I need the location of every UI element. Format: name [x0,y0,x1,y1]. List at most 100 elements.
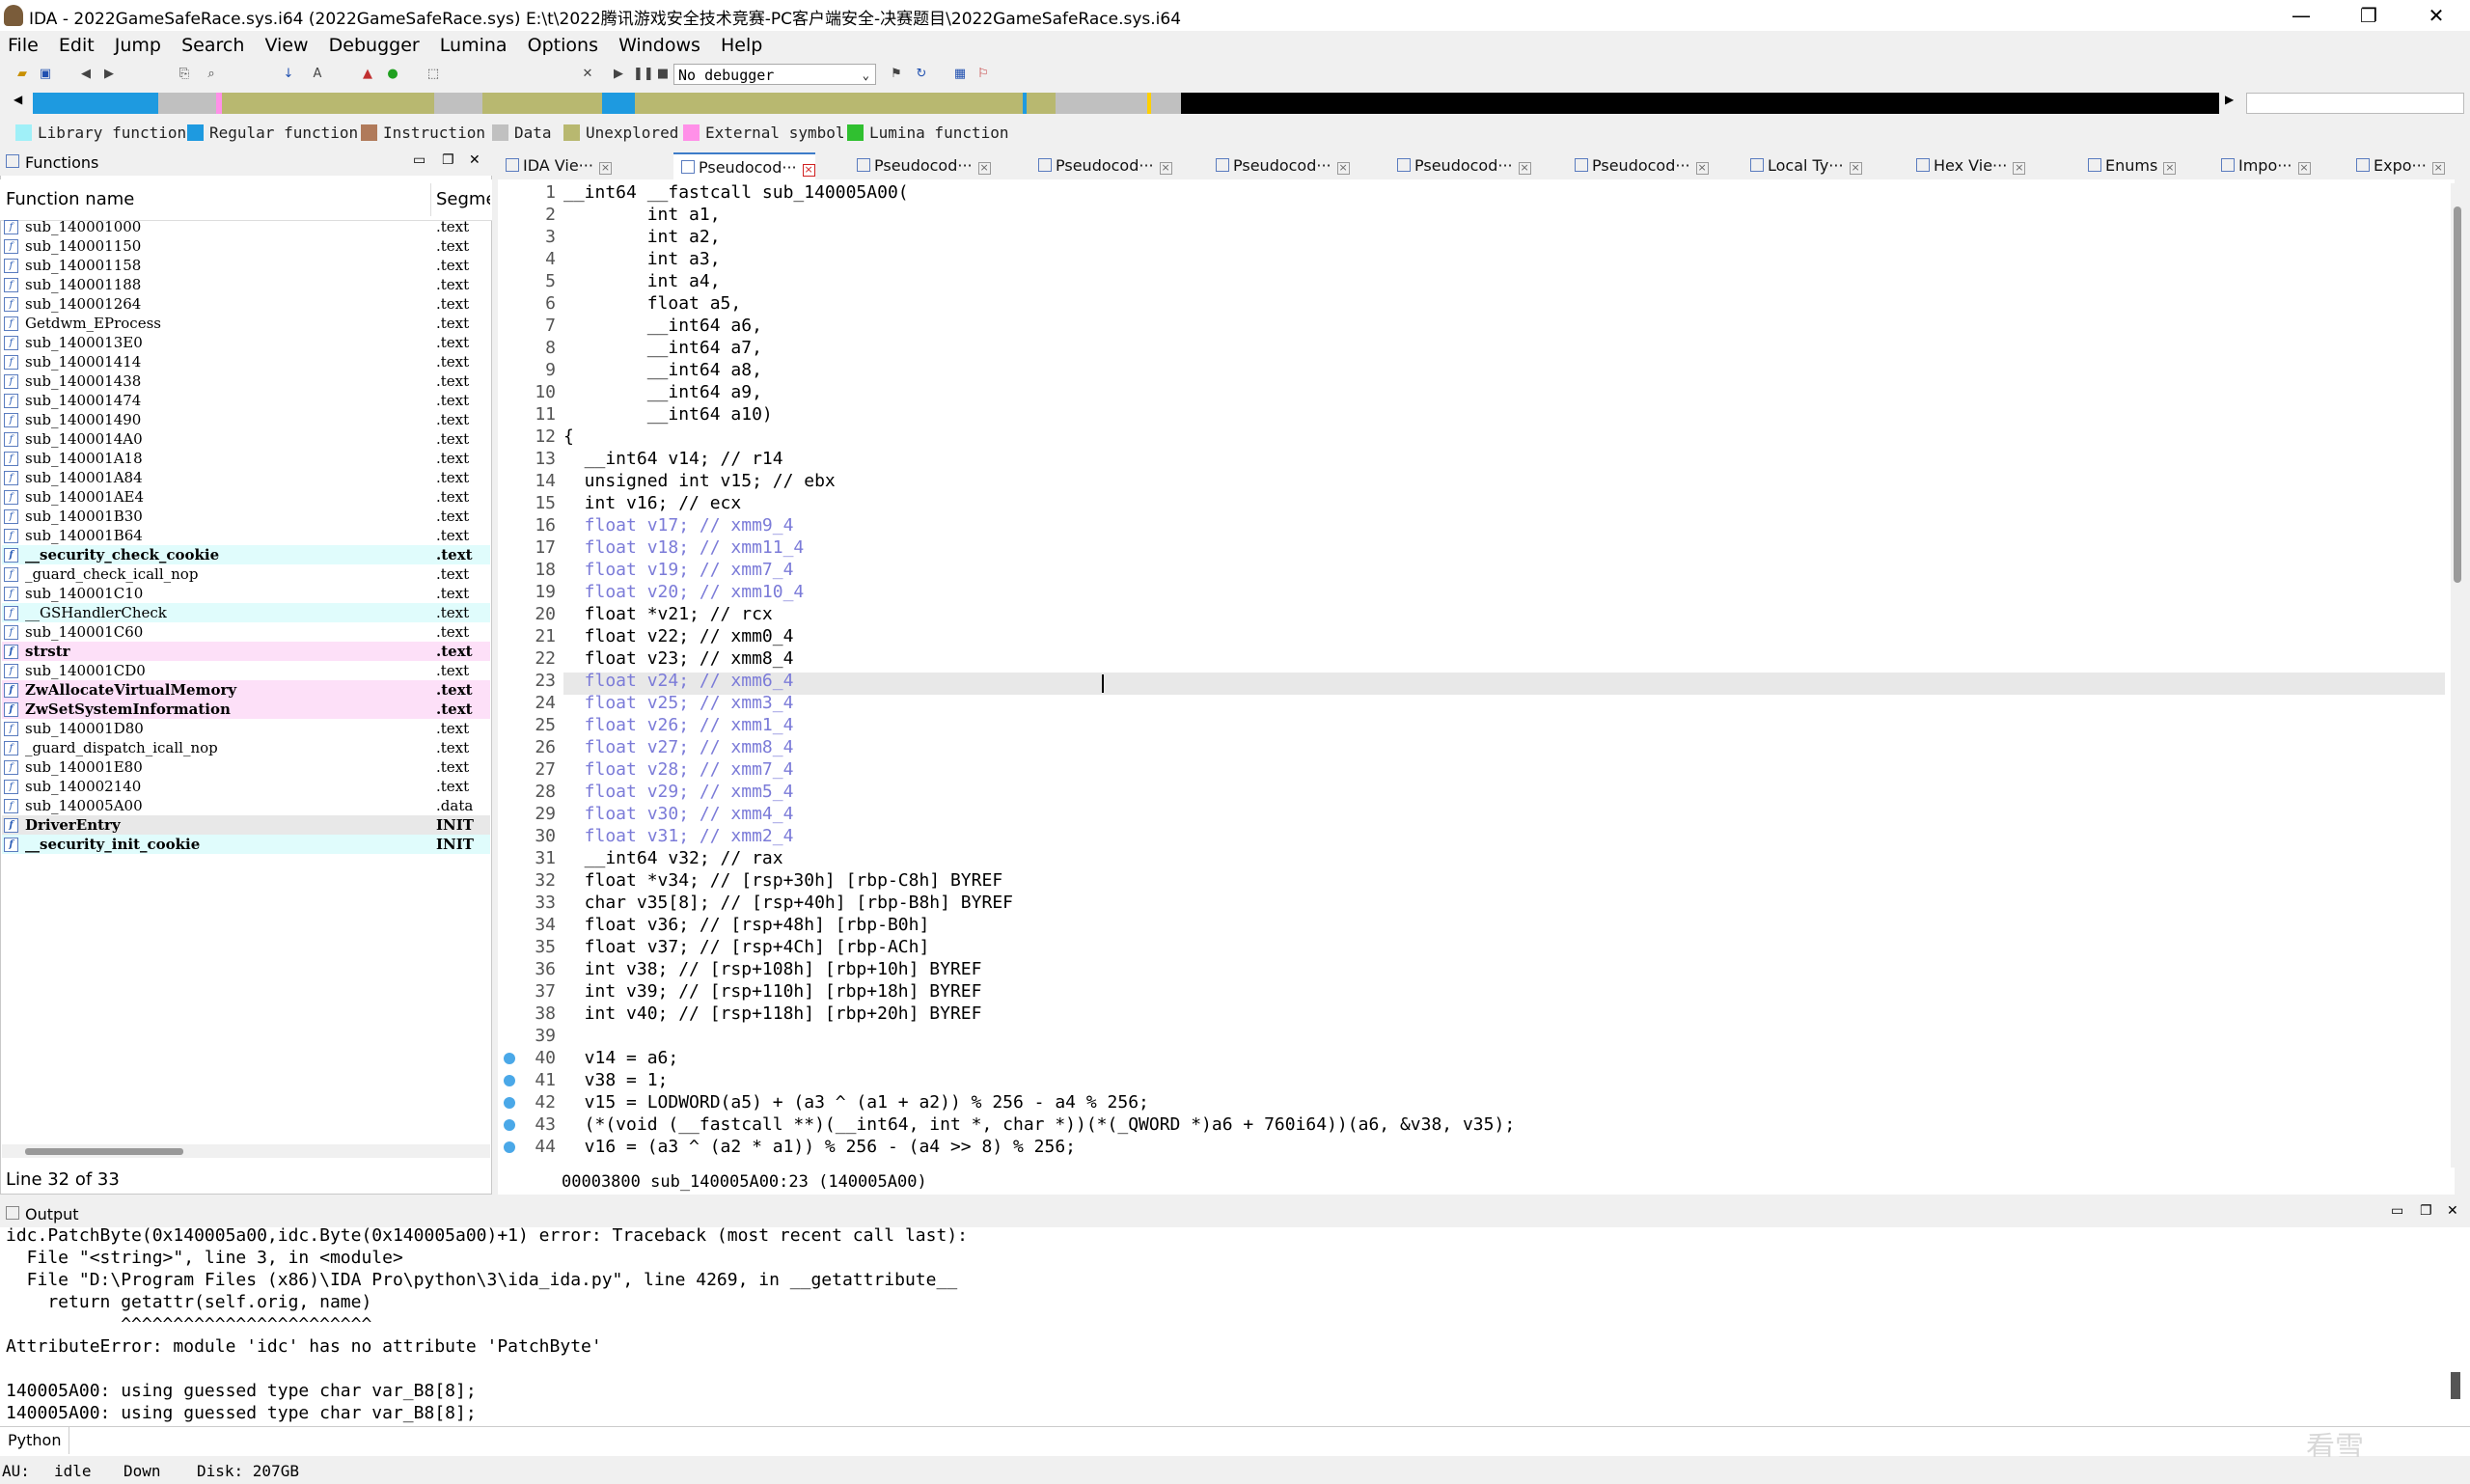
col-function-name[interactable]: Function name [6,189,134,209]
output-close-icon[interactable]: ✕ [2447,1203,2458,1219]
function-row[interactable]: f sub_140001438 .text [2,371,490,391]
tab-editor[interactable]: Pseudocod··· × [1389,152,1531,179]
tab-ida-view[interactable]: IDA Vie··· × [498,152,612,179]
flag-icon[interactable]: ⚐ [974,66,992,83]
tab-close-icon[interactable]: × [1159,162,1172,175]
nav-left-icon[interactable]: ◀ [14,93,22,106]
tab-close-icon[interactable]: × [1518,162,1531,175]
function-row[interactable]: f sub_140001490 .text [2,410,490,429]
output-log[interactable]: idc.PatchByte(0x140005a00,idc.Byte(0x140… [0,1225,2470,1426]
menu-view[interactable]: View [257,31,316,60]
tab-editor[interactable]: Enums × [2080,152,2177,179]
menu-lumina[interactable]: Lumina [432,31,515,60]
menu-search[interactable]: Search [174,31,252,60]
terminate-icon[interactable]: ■ [654,66,672,83]
function-row[interactable]: f sub_140001AE4 .text [2,487,490,507]
function-row[interactable]: f sub_140001188 .text [2,275,490,294]
run-icon[interactable]: ▶ [610,66,627,83]
navigation-bar[interactable] [33,93,2219,114]
menu-edit[interactable]: Edit [51,31,102,60]
graph-icon[interactable]: ▲ [359,66,376,83]
function-row[interactable]: f ZwAllocateVirtualMemory .text [2,680,490,700]
function-row[interactable]: f sub_140001A84 .text [2,468,490,487]
function-row[interactable]: f __GSHandlerCheck .text [2,603,490,622]
back-icon[interactable]: ◀ [77,66,95,83]
functions-hscroll[interactable] [2,1144,490,1158]
code-vscroll[interactable] [2451,183,2464,1168]
tab-close-icon[interactable]: × [977,162,991,175]
tab-close-icon[interactable]: × [598,162,612,175]
panel-close-icon[interactable]: ✕ [469,152,480,168]
function-row[interactable]: f sub_140001B30 .text [2,507,490,526]
function-row[interactable]: f Getdwm_EProcess .text [2,314,490,333]
col-segment[interactable]: Segme [436,189,490,209]
menu-windows[interactable]: Windows [611,31,708,60]
output-restore-icon[interactable]: ❐ [2420,1203,2432,1219]
panel-float-icon[interactable]: ▭ [413,152,425,168]
tab-editor[interactable]: Pseudocod··· × [1030,152,1172,179]
tab-close-icon[interactable]: × [2163,162,2177,175]
open-icon[interactable]: ▰ [14,66,31,83]
tab-close-icon[interactable]: × [1336,162,1350,175]
function-row[interactable]: f sub_140001E80 .text [2,757,490,777]
python-language-button[interactable]: Python [0,1427,69,1454]
function-row[interactable]: f ZwSetSystemInformation .text [2,700,490,719]
tab-editor[interactable]: Expo··· × [2348,152,2445,179]
function-row[interactable]: f __security_init_cookie INIT [2,835,490,854]
python-command-input[interactable] [75,1429,2449,1452]
menu-jump[interactable]: Jump [107,31,169,60]
find-icon[interactable]: ⌕ [203,66,220,83]
jump-down-icon[interactable]: ↓ [280,66,297,83]
text-icon[interactable]: A [309,66,326,83]
minimize-button[interactable]: — [2267,0,2335,31]
tab-editor[interactable]: Pseudocod··· × [849,152,991,179]
function-row[interactable]: f sub_140002140 .text [2,777,490,796]
tab-close-icon[interactable]: × [2431,162,2445,175]
tab-editor[interactable]: Hex Vie··· × [1908,152,2026,179]
tab-editor[interactable]: Impo··· × [2213,152,2311,179]
breakpoint-icon[interactable]: ⚑ [888,66,905,83]
function-row[interactable]: f sub_140001A18 .text [2,449,490,468]
debugger-select[interactable]: No debugger ⌄ [673,64,876,85]
function-row[interactable]: f strstr .text [2,642,490,661]
function-row[interactable]: f sub_1400014A0 .text [2,429,490,449]
copy-icon[interactable]: ⎘ [176,66,193,83]
function-row[interactable]: f sub_140001D80 .text [2,719,490,738]
function-row[interactable]: f sub_140001264 .text [2,294,490,314]
function-row[interactable]: f sub_140001CD0 .text [2,661,490,680]
pause-icon[interactable]: ❚❚ [633,66,654,83]
green-dot-icon[interactable]: ● [384,66,401,83]
menu-options[interactable]: Options [520,31,606,60]
function-row[interactable]: f sub_140001150 .text [2,236,490,256]
menu-file[interactable]: File [0,31,46,60]
tab-close-icon[interactable]: × [802,164,815,177]
menu-help[interactable]: Help [713,31,770,60]
output-scroll-thumb[interactable] [2451,1372,2460,1399]
save-icon[interactable]: ▣ [37,66,54,83]
tab-editor[interactable]: Pseudocod··· × [673,152,815,181]
function-row[interactable]: f sub_140001C60 .text [2,622,490,642]
function-row[interactable]: f _guard_check_icall_nop .text [2,564,490,584]
function-row[interactable]: f __security_check_cookie .text [2,545,490,564]
maximize-button[interactable]: ❐ [2335,0,2402,31]
patch-icon[interactable]: ⬚ [425,66,442,83]
function-row[interactable]: f sub_140001C10 .text [2,584,490,603]
tab-editor[interactable]: Pseudocod··· × [1208,152,1350,179]
tab-close-icon[interactable]: × [2297,162,2311,175]
function-row[interactable]: f sub_140001000 .text [2,217,490,236]
menu-debugger[interactable]: Debugger [321,31,427,60]
tools-icon[interactable]: ▦ [951,66,969,83]
close-button[interactable]: ✕ [2402,0,2470,31]
tab-close-icon[interactable]: × [2013,162,2026,175]
function-row[interactable]: f sub_140001B64 .text [2,526,490,545]
tab-close-icon[interactable]: × [1695,162,1709,175]
panel-restore-icon[interactable]: ❐ [442,152,454,168]
function-row[interactable]: f sub_140001158 .text [2,256,490,275]
function-row[interactable]: f _guard_dispatch_icall_nop .text [2,738,490,757]
vscroll-thumb[interactable] [2454,206,2461,583]
stop-icon[interactable]: ✕ [579,66,596,83]
refresh-icon[interactable]: ↻ [913,66,930,83]
function-row[interactable]: f sub_140001414 .text [2,352,490,371]
function-row[interactable]: f sub_140005A00 .data [2,796,490,815]
output-float-icon[interactable]: ▭ [2391,1203,2403,1219]
